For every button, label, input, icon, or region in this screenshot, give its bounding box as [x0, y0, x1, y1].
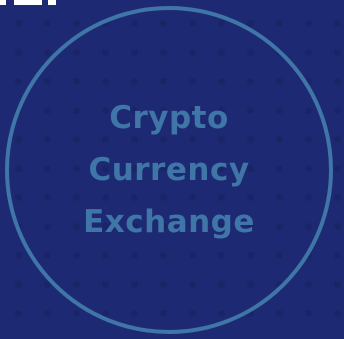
title-line-exchange: Exchange	[83, 204, 255, 240]
title-line-crypto: Crypto	[109, 100, 229, 136]
badge-canvas: { "badge": { "lines": ["Crypto", "Curren…	[0, 0, 344, 339]
badge-title: Crypto Currency Exchange	[5, 6, 333, 334]
title-line-currency: Currency	[88, 152, 250, 188]
